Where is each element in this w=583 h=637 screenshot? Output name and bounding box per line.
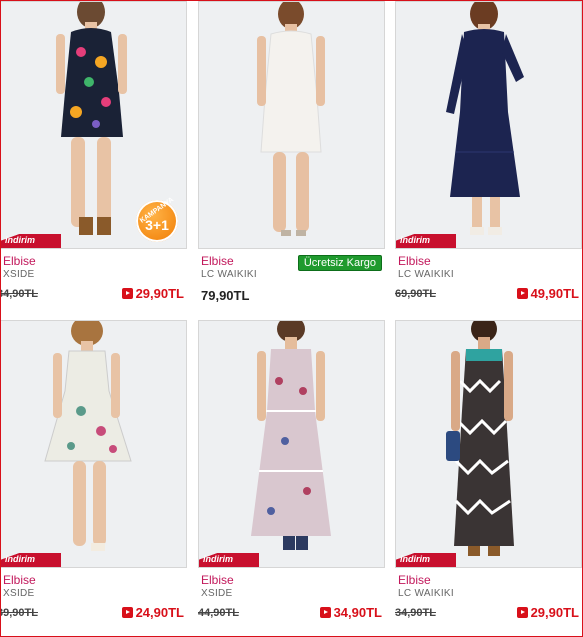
sale-price: 49,90TL — [516, 286, 579, 301]
product-card[interactable]: indirim Elbise LC WAIKIKI 34,90TL 29,90T… — [395, 320, 582, 636]
indirim-badge: indirim — [396, 234, 456, 248]
product-card[interactable]: indirim Elbise XSIDE 39,90TL 24,90TL — [0, 320, 187, 636]
product-category[interactable]: Elbise — [201, 573, 234, 587]
product-card[interactable]: indirim Elbise XSIDE 44,90TL 34,90TL — [198, 320, 385, 636]
dress-illustration — [257, 2, 325, 236]
sale-price: 24,90TL — [121, 605, 184, 620]
product-photo[interactable]: indirim — [1, 320, 187, 568]
product-grid-frame: indirim KAMPANYA 3+1 Elbise XSIDE 34,90T… — [0, 0, 583, 637]
product-brand: LC WAIKIKI — [398, 269, 454, 280]
price-arrow-icon — [319, 607, 331, 618]
product-card[interactable]: indirim KAMPANYA 3+1 Elbise XSIDE 34,90T… — [0, 1, 187, 319]
old-price: 69,90TL — [395, 288, 436, 300]
product-card[interactable]: Elbise Ücretsiz Kargo LC WAIKIKI 79,90TL — [198, 1, 385, 319]
product-category[interactable]: Elbise — [398, 254, 431, 268]
price-arrow-icon — [516, 288, 528, 299]
product-photo[interactable]: indirim — [395, 1, 582, 249]
product-brand: LC WAIKIKI — [201, 269, 257, 280]
product-price: 79,90TL — [201, 288, 250, 303]
old-price: 39,90TL — [0, 607, 38, 619]
indirim-badge: indirim — [1, 234, 61, 248]
product-brand: XSIDE — [3, 588, 35, 599]
product-brand: XSIDE — [201, 588, 233, 599]
dress-illustration — [251, 321, 331, 550]
sale-price: 34,90TL — [319, 605, 382, 620]
dress-illustration — [446, 2, 524, 235]
product-brand: LC WAIKIKI — [398, 588, 454, 599]
product-card[interactable]: indirim Elbise LC WAIKIKI 69,90TL 49,90T… — [395, 1, 582, 319]
indirim-badge: indirim — [1, 553, 61, 567]
product-category[interactable]: Elbise — [398, 573, 431, 587]
kampanya-badge: KAMPANYA 3+1 — [136, 196, 178, 242]
old-price: 34,90TL — [395, 607, 436, 619]
old-price: 44,90TL — [198, 607, 239, 619]
product-photo[interactable]: indirim — [395, 320, 582, 568]
product-photo[interactable]: indirim — [198, 320, 385, 568]
price-arrow-icon — [121, 607, 133, 618]
old-price: 34,90TL — [0, 288, 38, 300]
sale-price: 29,90TL — [121, 286, 184, 301]
dress-illustration — [446, 321, 514, 556]
product-photo[interactable]: indirim KAMPANYA 3+1 — [1, 1, 187, 249]
product-category[interactable]: Elbise — [3, 573, 36, 587]
price-arrow-icon — [121, 288, 133, 299]
indirim-badge: indirim — [396, 553, 456, 567]
indirim-badge: indirim — [199, 553, 259, 567]
free-cargo-badge: Ücretsiz Kargo — [297, 255, 382, 271]
dress-illustration — [44, 321, 132, 551]
sale-price: 29,90TL — [516, 605, 579, 620]
product-brand: XSIDE — [3, 269, 35, 280]
product-photo[interactable] — [198, 1, 385, 249]
product-category[interactable]: Elbise — [3, 254, 36, 268]
product-category[interactable]: Elbise — [201, 254, 234, 268]
price-arrow-icon — [516, 607, 528, 618]
